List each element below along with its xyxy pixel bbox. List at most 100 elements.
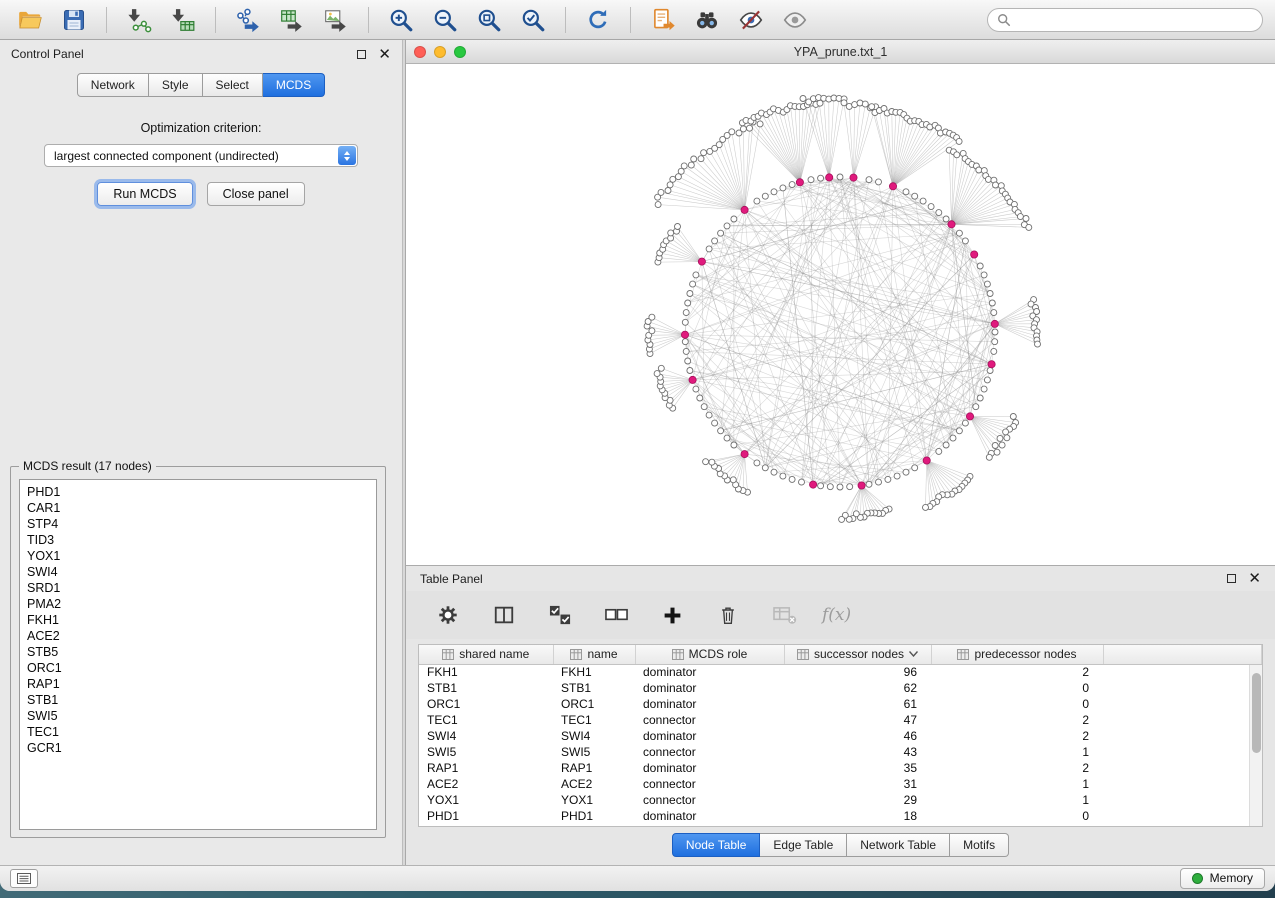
open-session-button[interactable] — [12, 5, 48, 35]
run-mcds-button[interactable]: Run MCDS — [97, 182, 192, 206]
cell-shared_name[interactable]: ACE2 — [419, 776, 553, 792]
cell-predecessor_nodes[interactable]: 1 — [931, 792, 1103, 808]
mcds-result-item[interactable]: TEC1 — [27, 724, 376, 740]
zoom-in-button[interactable] — [383, 5, 419, 35]
export-table-button[interactable] — [274, 5, 310, 35]
cell-mcds_role[interactable]: dominator — [635, 696, 784, 712]
cell-name[interactable]: PHD1 — [553, 808, 635, 824]
table-scrollbar[interactable] — [1249, 665, 1262, 826]
table-row[interactable]: STB1STB1dominator620 — [419, 680, 1262, 696]
cell-name[interactable]: TEC1 — [553, 712, 635, 728]
criterion-dropdown[interactable]: largest connected component (undirected) — [44, 144, 358, 167]
cell-name[interactable]: STB1 — [553, 680, 635, 696]
tab-network-table[interactable]: Network Table — [847, 833, 950, 857]
search-field[interactable] — [987, 8, 1263, 32]
cell-shared_name[interactable]: TEC1 — [419, 712, 553, 728]
mcds-result-item[interactable]: STB5 — [27, 644, 376, 660]
mcds-result-item[interactable]: GCR1 — [27, 740, 376, 756]
tab-network[interactable]: Network — [77, 73, 149, 97]
minimize-window-icon[interactable] — [434, 46, 446, 58]
table-row[interactable]: TEC1TEC1connector472 — [419, 712, 1262, 728]
tab-select[interactable]: Select — [203, 73, 263, 97]
select-all-button[interactable] — [542, 600, 578, 630]
zoom-out-button[interactable] — [427, 5, 463, 35]
cell-predecessor_nodes[interactable]: 0 — [931, 696, 1103, 712]
mcds-result-item[interactable]: SWI5 — [27, 708, 376, 724]
close-panel-button[interactable]: Close panel — [207, 182, 305, 206]
show-columns-button[interactable] — [486, 600, 522, 630]
cell-predecessor_nodes[interactable]: 1 — [931, 776, 1103, 792]
cell-mcds_role[interactable]: dominator — [635, 808, 784, 824]
deselect-all-button[interactable] — [598, 600, 634, 630]
tab-motifs[interactable]: Motifs — [950, 833, 1009, 857]
cell-predecessor_nodes[interactable]: 2 — [931, 664, 1103, 680]
cell-predecessor_nodes[interactable]: 2 — [931, 760, 1103, 776]
tab-style[interactable]: Style — [149, 73, 203, 97]
cell-shared_name[interactable]: STB1 — [419, 680, 553, 696]
cell-successor_nodes[interactable]: 18 — [784, 808, 931, 824]
column-header-name[interactable]: name — [553, 645, 635, 664]
close-table-panel-icon[interactable]: ✕ — [1248, 571, 1261, 586]
cell-name[interactable]: YOX1 — [553, 792, 635, 808]
cell-name[interactable]: ORC1 — [553, 696, 635, 712]
cell-mcds_role[interactable]: dominator — [635, 664, 784, 680]
tab-node-table[interactable]: Node Table — [672, 833, 761, 857]
table-settings-button[interactable] — [430, 600, 466, 630]
cell-successor_nodes[interactable]: 29 — [784, 792, 931, 808]
cell-mcds_role[interactable]: connector — [635, 792, 784, 808]
function-builder-button[interactable]: f(x) — [822, 605, 851, 625]
mcds-result-item[interactable]: STP4 — [27, 516, 376, 532]
network-graph[interactable] — [406, 64, 1275, 565]
mcds-result-item[interactable]: ACE2 — [27, 628, 376, 644]
cell-predecessor_nodes[interactable]: 1 — [931, 744, 1103, 760]
tab-edge-table[interactable]: Edge Table — [760, 833, 847, 857]
cell-mcds_role[interactable]: connector — [635, 712, 784, 728]
mcds-result-item[interactable]: YOX1 — [27, 548, 376, 564]
cell-shared_name[interactable]: PHD1 — [419, 808, 553, 824]
cell-name[interactable]: FKH1 — [553, 664, 635, 680]
cell-name[interactable]: SWI4 — [553, 728, 635, 744]
cell-shared_name[interactable]: YOX1 — [419, 792, 553, 808]
float-panel-icon[interactable] — [357, 50, 366, 59]
column-header-successor-nodes[interactable]: successor nodes — [784, 645, 931, 664]
cell-name[interactable]: RAP1 — [553, 760, 635, 776]
cell-successor_nodes[interactable]: 46 — [784, 728, 931, 744]
cell-successor_nodes[interactable]: 61 — [784, 696, 931, 712]
tab-mcds[interactable]: MCDS — [263, 73, 325, 97]
zoom-selected-button[interactable] — [515, 5, 551, 35]
table-row[interactable]: SWI5SWI5connector431 — [419, 744, 1262, 760]
cell-predecessor_nodes[interactable]: 2 — [931, 712, 1103, 728]
table-row[interactable]: PHD1PHD1dominator180 — [419, 808, 1262, 824]
mcds-result-item[interactable]: CAR1 — [27, 500, 376, 516]
import-network-button[interactable] — [121, 5, 157, 35]
mcds-result-item[interactable]: RAP1 — [27, 676, 376, 692]
cell-successor_nodes[interactable]: 31 — [784, 776, 931, 792]
cell-successor_nodes[interactable]: 96 — [784, 664, 931, 680]
delete-table-button-disabled[interactable] — [766, 600, 802, 630]
cell-predecessor_nodes[interactable]: 0 — [931, 680, 1103, 696]
status-menu-button[interactable] — [10, 869, 38, 888]
search-network-button[interactable] — [689, 5, 725, 35]
cell-successor_nodes[interactable]: 43 — [784, 744, 931, 760]
add-column-button[interactable] — [654, 600, 690, 630]
cell-mcds_role[interactable]: dominator — [635, 728, 784, 744]
hide-selected-button[interactable] — [733, 5, 769, 35]
table-row[interactable]: RAP1RAP1dominator352 — [419, 760, 1262, 776]
cell-mcds_role[interactable]: connector — [635, 744, 784, 760]
maximize-window-icon[interactable] — [454, 46, 466, 58]
cell-successor_nodes[interactable]: 35 — [784, 760, 931, 776]
cell-predecessor_nodes[interactable]: 2 — [931, 728, 1103, 744]
float-table-panel-icon[interactable] — [1227, 574, 1236, 583]
close-panel-icon[interactable]: ✕ — [378, 47, 391, 62]
zoom-fit-button[interactable] — [471, 5, 507, 35]
export-network-button[interactable] — [230, 5, 266, 35]
table-row[interactable]: FKH1FKH1dominator962 — [419, 664, 1262, 680]
mcds-result-item[interactable]: SRD1 — [27, 580, 376, 596]
cell-shared_name[interactable]: SWI4 — [419, 728, 553, 744]
cell-mcds_role[interactable]: dominator — [635, 760, 784, 776]
column-header-mcds-role[interactable]: MCDS role — [635, 645, 784, 664]
cell-shared_name[interactable]: FKH1 — [419, 664, 553, 680]
mcds-result-item[interactable]: ORC1 — [27, 660, 376, 676]
clone-network-button[interactable] — [645, 5, 681, 35]
export-image-button[interactable] — [318, 5, 354, 35]
